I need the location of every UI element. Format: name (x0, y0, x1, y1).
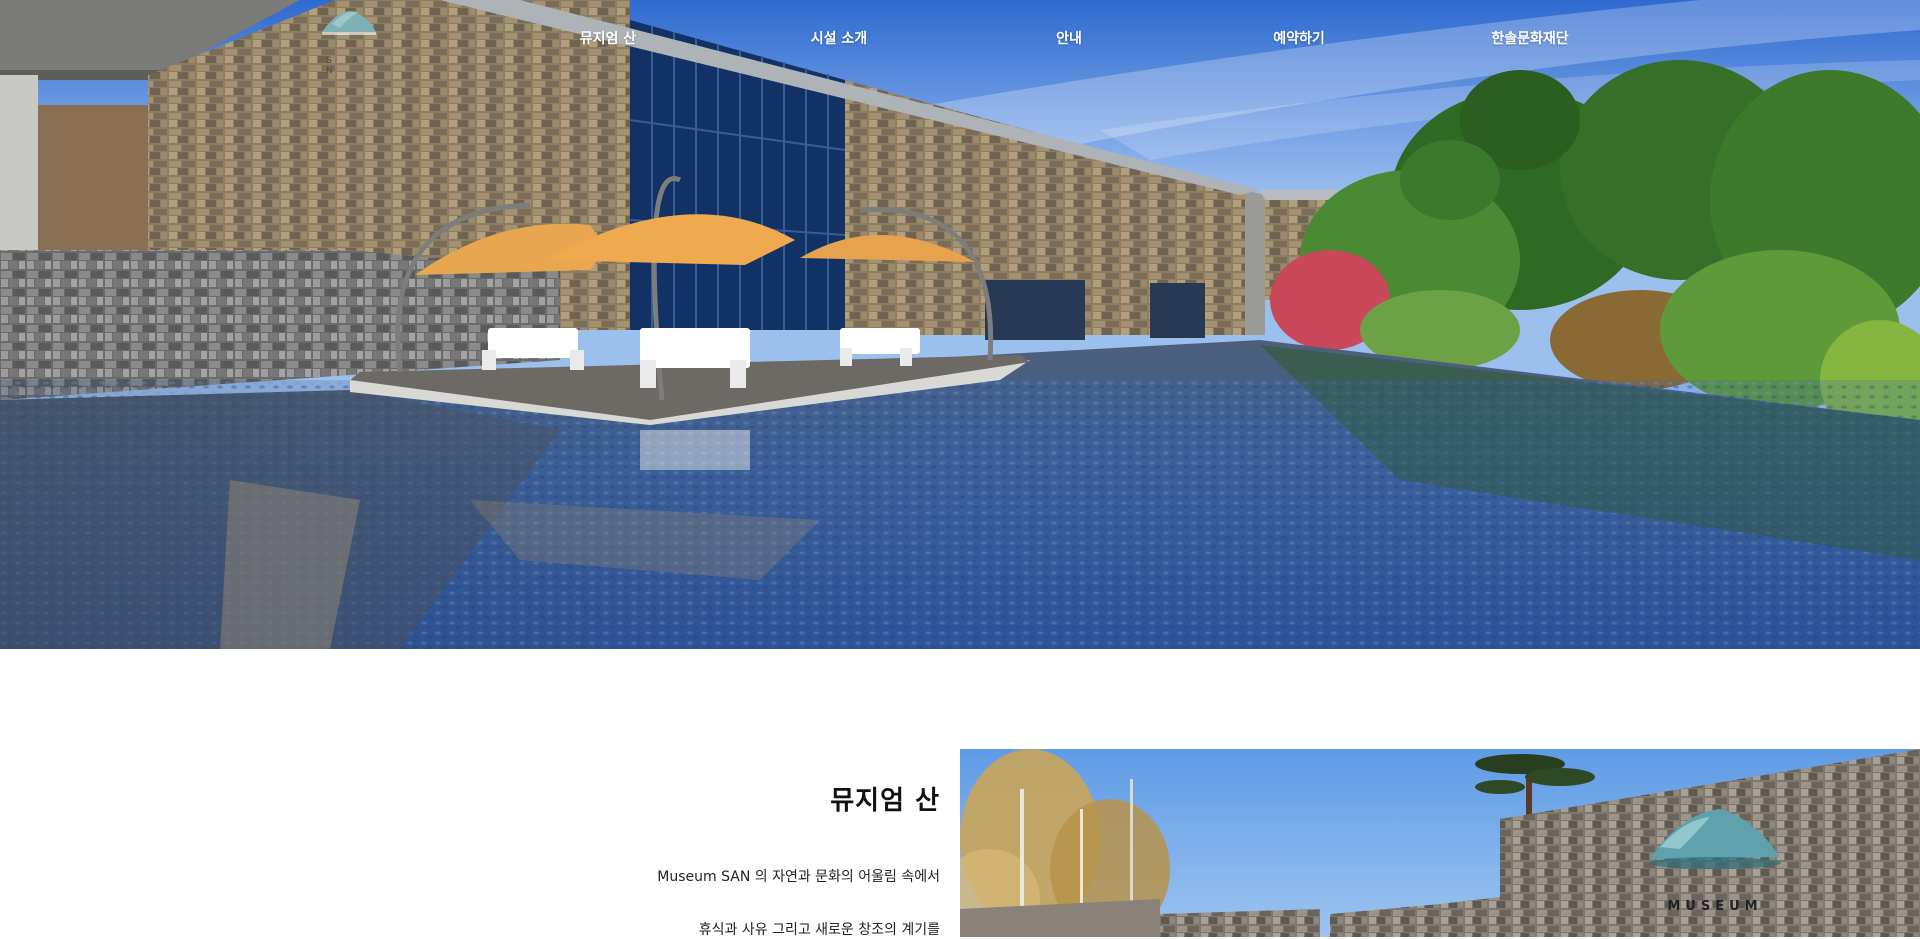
hero-banner: S A N 뮤지엄 산 시설 소개 안내 예약하기 한솔문화재단 (0, 0, 1920, 649)
intro-line-2: 휴식과 사유 그리고 새로운 창조의 계기를 (698, 922, 940, 938)
intro-image: MUSEUM (960, 749, 1920, 937)
sign-museum-text: MUSEUM (1667, 899, 1762, 914)
intro-title: 뮤지엄 산 (830, 786, 940, 816)
nav-item-museum-san[interactable]: 뮤지엄 산 (580, 28, 636, 48)
hero-image (0, 0, 1920, 649)
nav-item-facilities[interactable]: 시설 소개 (811, 28, 867, 48)
nav-item-guide[interactable]: 안내 (1056, 28, 1082, 48)
nav-item-reservation[interactable]: 예약하기 (1273, 28, 1325, 48)
intro-line-1: Museum SAN 의 자연과 문화의 어울림 속에서 (657, 869, 940, 885)
intro-section: 뮤지엄 산 Museum SAN 의 자연과 문화의 어울림 속에서 휴식과 사… (560, 780, 940, 938)
main-navigation: 뮤지엄 산 시설 소개 안내 예약하기 한솔문화재단 (0, 28, 1920, 52)
museum-entrance-photo: MUSEUM (960, 749, 1920, 937)
logo-wordmark: S A N (326, 56, 368, 76)
nav-item-hansol-foundation[interactable]: 한솔문화재단 (1491, 28, 1568, 48)
